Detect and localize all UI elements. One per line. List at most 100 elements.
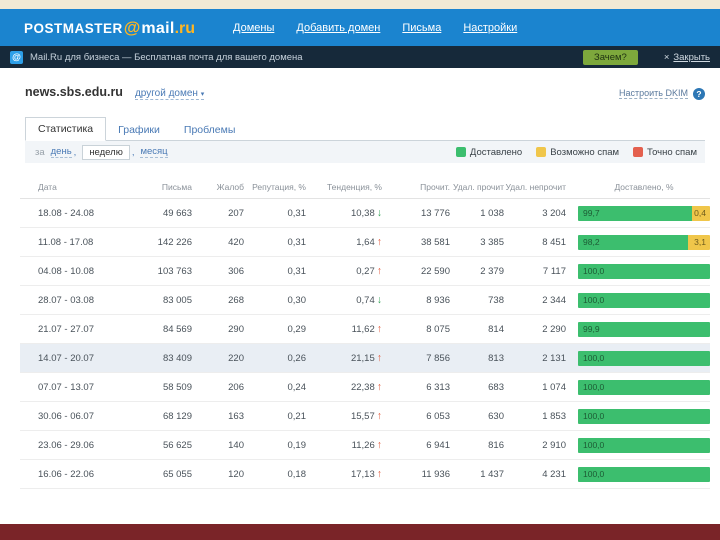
period-selector: за день, неделю, месяц bbox=[35, 144, 168, 160]
cell-date: 30.06 - 06.07 bbox=[38, 410, 94, 422]
period-option[interactable]: месяц bbox=[140, 146, 168, 158]
table-row: 14.07 - 20.07 83 409 220 0,26 21,15 ↑ 7 856 813… bbox=[20, 344, 710, 373]
delivered-segment: 100,0 bbox=[578, 408, 710, 424]
cell-read: 11 936 bbox=[421, 468, 450, 480]
cell-complaints: 420 bbox=[228, 236, 244, 248]
cell-complaints: 206 bbox=[228, 381, 244, 393]
tab-item[interactable]: Проблемы bbox=[172, 119, 248, 141]
cell-reputation: 0,31 bbox=[287, 207, 307, 219]
cell-letters: 49 663 bbox=[162, 207, 192, 219]
delivered-segment: 100,0 bbox=[578, 437, 710, 453]
legend-item: Возможно спам bbox=[536, 147, 619, 158]
filter-bar: за день, неделю, месяц Доставлено Возможно … bbox=[25, 141, 705, 163]
cell-trend: 21,15 ↑ bbox=[306, 352, 382, 364]
cell-deleted-read: 1 038 bbox=[480, 207, 504, 219]
cell-complaints: 163 bbox=[228, 410, 244, 422]
tab-item[interactable]: Графики bbox=[106, 119, 172, 141]
content-area: news.sbs.edu.ru другой домен ▾ Настроить… bbox=[0, 85, 720, 489]
switch-domain-label: другой домен bbox=[134, 88, 198, 99]
table-row: 21.07 - 27.07 84 569 290 0,29 11,62 ↑ 8 075 814… bbox=[20, 315, 710, 344]
table-body: 18.08 - 24.08 49 663 207 0,31 10,38 ↓ 13 776 1 … bbox=[20, 199, 710, 489]
cell-trend: 11,26 ↑ bbox=[306, 439, 382, 451]
at-icon: @ bbox=[123, 17, 141, 37]
tab-active[interactable]: Статистика bbox=[25, 117, 107, 141]
period-option[interactable]: день bbox=[50, 146, 72, 158]
cell-trend: 0,27 ↑ bbox=[306, 265, 382, 277]
cell-deleted-read: 738 bbox=[488, 294, 504, 306]
cell-read: 6 053 bbox=[426, 410, 450, 422]
table-row: 23.06 - 29.06 56 625 140 0,19 11,26 ↑ 6 941 816… bbox=[20, 431, 710, 460]
why-button[interactable]: Зачем? bbox=[582, 49, 638, 65]
cell-letters: 83 005 bbox=[162, 294, 192, 306]
cell-deleted-unread: 1 853 bbox=[542, 410, 566, 422]
period-option-selected[interactable]: неделю bbox=[82, 144, 130, 160]
cell-complaints: 140 bbox=[228, 439, 244, 451]
nav-link[interactable]: Письма bbox=[402, 22, 441, 34]
cell-deleted-read: 813 bbox=[488, 352, 504, 364]
cell-reputation: 0,31 bbox=[287, 265, 307, 277]
logo-ru-text: .ru bbox=[174, 19, 196, 37]
delivered-bar: 100,0 bbox=[578, 379, 710, 395]
delivered-segment: 99,7 bbox=[578, 205, 692, 221]
column-header: Удал. непрочит bbox=[505, 182, 566, 193]
legend-swatch-icon bbox=[455, 147, 466, 157]
trend-value: 11,26 bbox=[351, 440, 375, 451]
period-separator: , bbox=[73, 146, 77, 158]
nav-link[interactable]: Настройки bbox=[463, 22, 517, 34]
cell-read: 13 776 bbox=[420, 207, 450, 219]
cell-reputation: 0,30 bbox=[287, 294, 307, 306]
help-icon[interactable]: ? bbox=[693, 87, 705, 100]
cell-read: 22 590 bbox=[420, 265, 450, 277]
cell-complaints: 120 bbox=[228, 468, 244, 480]
promo-text: Mail.Ru для бизнеса — Бесплатная почта д… bbox=[30, 51, 303, 63]
biz-promo-bar: @ Mail.Ru для бизнеса — Бесплатная почта… bbox=[0, 46, 720, 68]
trend-value: 15,57 bbox=[350, 411, 375, 422]
cell-deleted-unread: 2 290 bbox=[542, 323, 566, 335]
cell-delivered: 100,0 bbox=[566, 379, 710, 395]
cell-trend: 0,74 ↓ bbox=[306, 294, 382, 306]
cell-delivered: 100,0 bbox=[566, 263, 710, 279]
cell-deleted-unread: 3 204 bbox=[542, 207, 566, 219]
cell-complaints: 220 bbox=[228, 352, 244, 364]
dkim-setup-link[interactable]: Настроить DKIM bbox=[619, 88, 688, 99]
cell-delivered: 99,9 bbox=[566, 321, 710, 337]
stats-table: Дата Письма Жалоб Репутация, % Тенденция, % П… bbox=[20, 163, 710, 489]
trend-value: 10,38 bbox=[350, 208, 375, 219]
cell-trend: 10,38 ↓ bbox=[306, 207, 382, 219]
legend-label: Возможно спам bbox=[550, 146, 620, 158]
close-label: Закрыть bbox=[673, 51, 710, 63]
cell-letters: 56 625 bbox=[162, 439, 192, 451]
cell-delivered: 99,7 0,4 bbox=[566, 205, 710, 221]
cell-letters: 68 129 bbox=[162, 410, 192, 422]
table-row: 11.08 - 17.08 142 226 420 0,31 1,64 ↑ 38 581 3 … bbox=[20, 228, 710, 257]
legend-swatch-icon bbox=[536, 147, 547, 157]
nav-link[interactable]: Добавить домен bbox=[296, 22, 380, 34]
cell-delivered: 100,0 bbox=[566, 408, 710, 424]
cell-trend: 17,13 ↑ bbox=[306, 468, 382, 480]
trend-value: 0,74 bbox=[356, 295, 375, 306]
delivered-bar: 100,0 bbox=[578, 292, 710, 308]
cell-delivered: 100,0 bbox=[566, 292, 710, 308]
trend-value: 1,64 bbox=[356, 237, 375, 248]
switch-domain-link[interactable]: другой домен ▾ bbox=[134, 88, 205, 100]
close-promo-button[interactable]: × Закрыть bbox=[664, 52, 710, 63]
trend-value: 21,15 bbox=[350, 353, 375, 364]
postmaster-logo[interactable]: POSTMASTER @ mail .ru bbox=[24, 18, 195, 38]
cell-deleted-unread: 2 131 bbox=[542, 352, 566, 364]
nav-link[interactable]: Домены bbox=[233, 22, 274, 34]
cell-deleted-unread: 1 074 bbox=[542, 381, 566, 393]
cell-deleted-read: 814 bbox=[488, 323, 504, 335]
mailru-biz-icon: @ bbox=[10, 50, 23, 64]
cell-read: 6 313 bbox=[426, 381, 450, 393]
cell-date: 23.06 - 29.06 bbox=[38, 439, 94, 451]
delivered-segment: 98,2 bbox=[578, 234, 689, 250]
cell-complaints: 306 bbox=[228, 265, 244, 277]
legend-label: Точно спам bbox=[647, 146, 697, 158]
logo-postmaster-text: POSTMASTER bbox=[24, 20, 123, 36]
cell-deleted-read: 3 385 bbox=[480, 236, 504, 248]
table-row: 16.06 - 22.06 65 055 120 0,18 17,13 ↑ 11 936 1 … bbox=[20, 460, 710, 489]
close-icon: × bbox=[663, 51, 670, 63]
cell-trend: 11,62 ↑ bbox=[306, 323, 382, 335]
trend-value: 0,27 bbox=[356, 266, 375, 277]
table-row: 18.08 - 24.08 49 663 207 0,31 10,38 ↓ 13 776 1 … bbox=[20, 199, 710, 228]
